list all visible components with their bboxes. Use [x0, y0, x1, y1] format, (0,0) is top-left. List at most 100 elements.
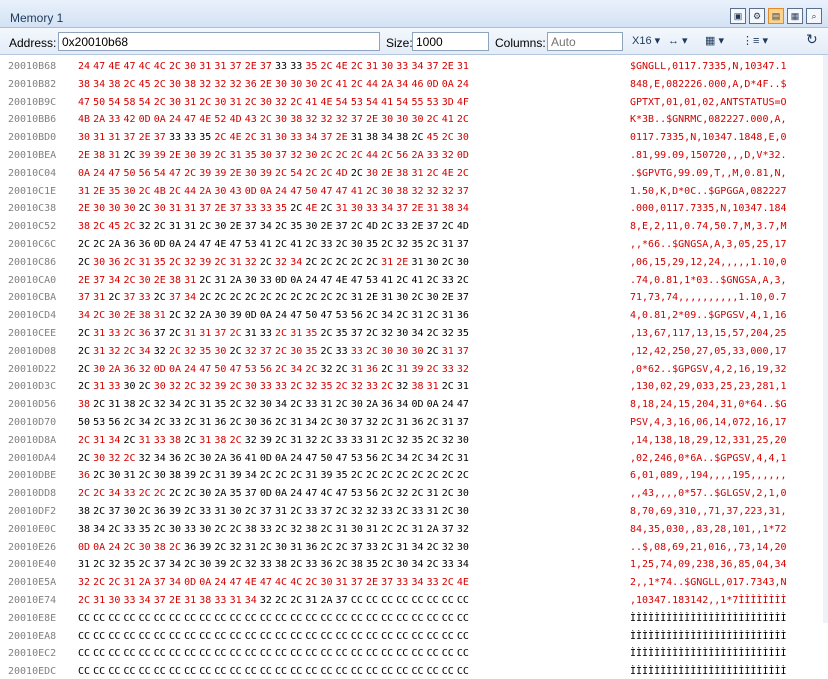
hex-byte[interactable]: 43 [245, 112, 260, 127]
hex-byte[interactable]: 0D [260, 486, 275, 501]
hex-byte[interactable]: CC [139, 629, 154, 644]
open-file-icon[interactable]: ▣ [730, 8, 746, 24]
hex-byte[interactable]: 37 [321, 130, 336, 145]
hex-byte[interactable]: CC [457, 593, 472, 608]
hex-byte[interactable]: 36 [245, 77, 260, 92]
hex-byte[interactable]: 31 [381, 290, 396, 305]
row-hex-bytes[interactable]: 38 2C 37 30 2C 36 39 2C 33 31 30 2C 37 31 2C 33 37 2C 32 32… [78, 504, 624, 519]
hex-byte[interactable]: 31 [442, 237, 457, 252]
hex-byte[interactable]: 54 [336, 95, 351, 110]
row-hex-bytes[interactable]: 2E 30 30 30 2C 30 31 31 37 2E 37 33 33 35 2C 4E 2C 31 30 33… [78, 201, 624, 216]
hex-byte[interactable]: 4E [199, 112, 214, 127]
hex-byte[interactable]: CC [411, 593, 426, 608]
row-ascii[interactable]: ,0*62..$GPGSV,4,2,16,19,32 [630, 362, 825, 377]
hex-byte[interactable]: 32 [108, 557, 123, 572]
hex-byte[interactable]: 33 [123, 593, 138, 608]
hex-byte[interactable]: 47 [336, 184, 351, 199]
hex-byte[interactable]: 2C [442, 575, 457, 590]
hex-byte[interactable]: 2A [93, 112, 108, 127]
hex-byte[interactable]: 31 [366, 433, 381, 448]
hex-byte[interactable]: CC [199, 629, 214, 644]
row-ascii[interactable]: .81,99.09,150720,,,D,V*32. [630, 148, 825, 163]
hex-byte[interactable]: 38 [139, 308, 154, 323]
hex-byte[interactable]: CC [260, 629, 275, 644]
hex-byte[interactable]: 2C [139, 201, 154, 216]
hex-byte[interactable]: 33 [139, 290, 154, 305]
hex-byte[interactable]: 2C [93, 557, 108, 572]
hex-byte[interactable]: 31 [427, 379, 442, 394]
hex-byte[interactable]: 50 [123, 166, 138, 181]
row-hex-bytes[interactable]: 2C 2C 34 33 2C 2C 2C 2C 30 2A 35 37 0D 0A 24 47 4C 47 53 56… [78, 486, 624, 501]
hex-byte[interactable]: CC [214, 611, 229, 626]
hex-byte[interactable]: 37 [169, 290, 184, 305]
hex-byte[interactable]: 2C [139, 184, 154, 199]
hex-byte[interactable]: 0A [93, 540, 108, 555]
hex-byte[interactable]: 33 [336, 344, 351, 359]
hex-byte[interactable]: 2C [336, 379, 351, 394]
hex-byte[interactable]: 2E [260, 77, 275, 92]
row-ascii[interactable]: .$GPVTG,99.09,T,,M,0.81,N, [630, 166, 825, 181]
hex-byte[interactable]: 31 [260, 130, 275, 145]
hex-byte[interactable]: 47 [184, 112, 199, 127]
hex-byte[interactable]: 2C [123, 148, 138, 163]
hex-byte[interactable]: 2C [123, 255, 138, 270]
hex-byte[interactable]: 2C [336, 255, 351, 270]
hex-byte[interactable]: 31 [78, 557, 93, 572]
hex-byte[interactable]: 24 [184, 237, 199, 252]
hex-byte[interactable]: 37 [396, 201, 411, 216]
row-hex-bytes[interactable]: 2C 31 33 2C 36 37 2C 31 31 37 2C 31 33 2C 31 35 2C 35 37 2C… [78, 326, 624, 341]
hex-byte[interactable]: 2E [411, 201, 426, 216]
hex-byte[interactable]: 2C [321, 522, 336, 537]
hex-byte[interactable]: 33 [290, 130, 305, 145]
hex-byte[interactable]: 38 [214, 433, 229, 448]
hex-byte[interactable]: 4E [336, 273, 351, 288]
hex-byte[interactable]: 2C [305, 575, 320, 590]
hex-byte[interactable]: 38 [305, 522, 320, 537]
hex-byte[interactable]: 33 [351, 344, 366, 359]
hex-byte[interactable]: 2C [93, 504, 108, 519]
row-hex-bytes[interactable]: 38 34 2C 33 35 2C 30 33 30 2C 2C 38 33 2C 32 38 2C 31 30 31… [78, 522, 624, 537]
hex-byte[interactable]: 47 [321, 184, 336, 199]
hex-byte[interactable]: CC [381, 611, 396, 626]
hex-byte[interactable]: 30 [275, 540, 290, 555]
hex-byte[interactable]: 31 [214, 504, 229, 519]
hex-byte[interactable]: 30 [154, 468, 169, 483]
hex-byte[interactable]: 33 [396, 219, 411, 234]
hex-byte[interactable]: 37 [93, 273, 108, 288]
hex-byte[interactable]: 32 [245, 255, 260, 270]
hex-byte[interactable]: 2C [427, 326, 442, 341]
hex-byte[interactable]: 30 [214, 95, 229, 110]
hex-byte[interactable]: 33 [108, 326, 123, 341]
hex-byte[interactable]: CC [305, 664, 320, 679]
hex-byte[interactable]: 2E [169, 148, 184, 163]
hex-byte[interactable]: 31 [442, 415, 457, 430]
hex-byte[interactable]: CC [230, 646, 245, 661]
hex-byte[interactable]: 0A [442, 77, 457, 92]
hex-byte[interactable]: 2C [381, 486, 396, 501]
row-ascii[interactable]: PSV,4,3,16,06,14,072,16,17 [630, 415, 825, 430]
hex-byte[interactable]: CC [184, 629, 199, 644]
hex-byte[interactable]: 2C [199, 95, 214, 110]
hex-byte[interactable]: 36 [260, 415, 275, 430]
hex-byte[interactable]: 31 [351, 362, 366, 377]
hex-byte[interactable]: 32 [442, 540, 457, 555]
hex-byte[interactable]: 2E [154, 273, 169, 288]
hex-byte[interactable]: 33 [427, 148, 442, 163]
hex-byte[interactable]: 30 [411, 112, 426, 127]
hex-byte[interactable]: CC [457, 646, 472, 661]
hex-byte[interactable]: 2C [123, 219, 138, 234]
memory-view-icon[interactable]: ▤ [768, 8, 784, 24]
hex-byte[interactable]: 56 [366, 451, 381, 466]
row-ascii[interactable]: GPTXT,01,01,02,ANTSTATUS=O [630, 95, 825, 110]
hex-byte[interactable]: 2C [154, 522, 169, 537]
hex-byte[interactable]: 31 [305, 593, 320, 608]
hex-byte[interactable]: CC [154, 646, 169, 661]
row-hex-bytes[interactable]: 47 50 54 58 54 2C 30 31 2C 30 31 2C 30 32 2C 41 4E 54 53 54… [78, 95, 624, 110]
hex-byte[interactable]: 35 [321, 379, 336, 394]
hex-byte[interactable]: 31 [199, 397, 214, 412]
hex-byte[interactable]: 30 [321, 575, 336, 590]
hex-byte[interactable]: 32 [427, 184, 442, 199]
hex-byte[interactable]: 31 [427, 504, 442, 519]
row-ascii[interactable]: ,130,02,29,033,25,23,281,1 [630, 379, 825, 394]
hex-byte[interactable]: 41 [381, 95, 396, 110]
